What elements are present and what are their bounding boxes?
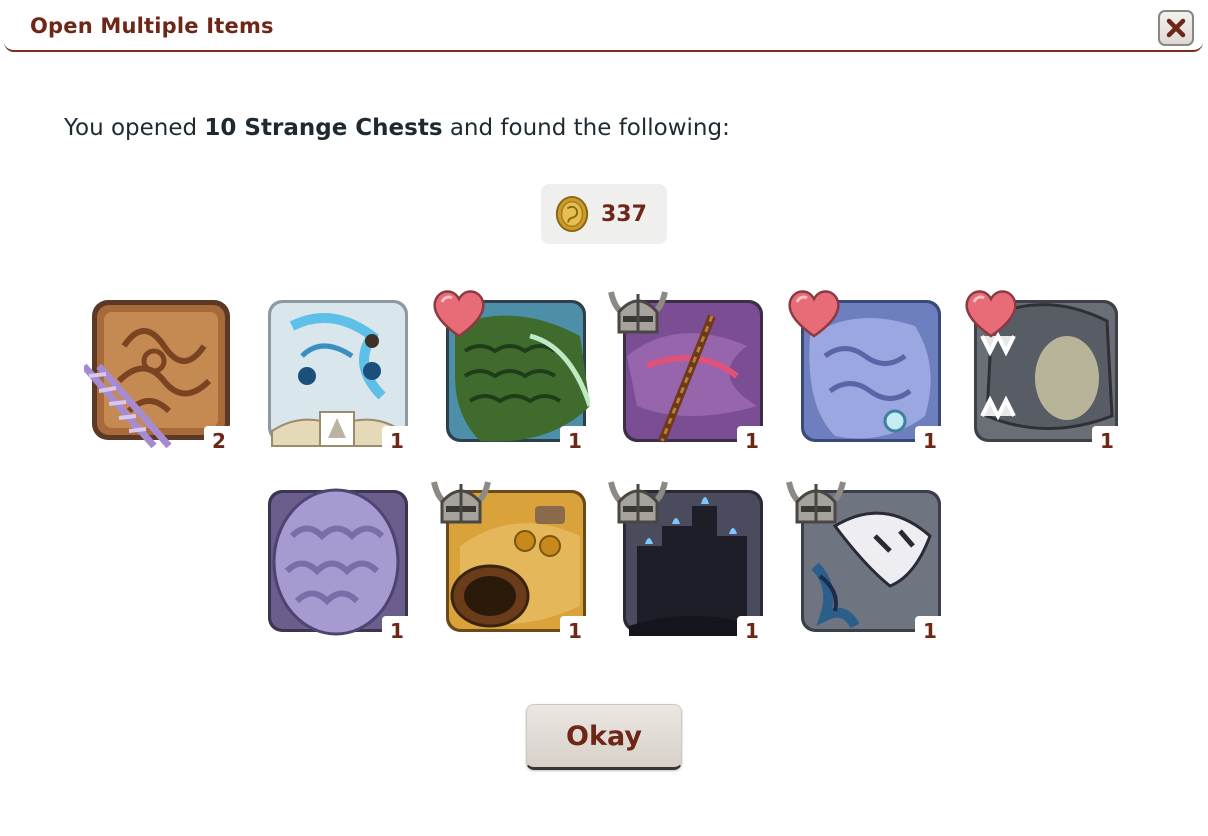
heart-badge-icon <box>965 290 1017 338</box>
currency-amount: 337 <box>601 201 647 227</box>
message-suffix: and found the following: <box>442 115 730 141</box>
item-quantity: 1 <box>737 426 767 456</box>
reward-item[interactable]: 1 <box>431 481 590 646</box>
message-prefix: You opened <box>64 115 205 141</box>
item-quantity: 1 <box>382 426 412 456</box>
helmet-badge-icon <box>608 291 668 334</box>
item-quantity: 1 <box>915 426 945 456</box>
reward-item[interactable]: 1 <box>433 290 590 456</box>
reward-item[interactable]: 1 <box>786 481 945 646</box>
helmet-badge-icon <box>786 481 846 524</box>
item-quantity: 1 <box>560 426 590 456</box>
reward-item[interactable]: 1 <box>608 291 767 456</box>
item-quantity: 1 <box>560 616 590 646</box>
reward-item[interactable]: 1 <box>262 486 412 646</box>
heart-badge-icon <box>788 290 840 338</box>
reward-item[interactable]: 1 <box>965 290 1122 456</box>
close-x-icon <box>1166 18 1186 38</box>
currency-reward: 337 <box>541 184 667 244</box>
reward-item[interactable]: 2 <box>84 296 234 456</box>
result-message: You opened 10 Strange Chests and found t… <box>64 115 730 141</box>
reward-item[interactable]: 1 <box>788 290 945 456</box>
dialog-title: Open Multiple Items <box>30 14 274 38</box>
item-quantity: 1 <box>382 616 412 646</box>
item-quantity: 1 <box>915 616 945 646</box>
item-quantity: 2 <box>204 426 234 456</box>
reward-item[interactable]: 1 <box>262 296 412 456</box>
heart-badge-icon <box>433 290 485 338</box>
treasure-coin-icon <box>555 195 589 233</box>
dialog-titlebar: Open Multiple Items <box>4 0 1203 52</box>
item-quantity: 1 <box>1092 426 1122 456</box>
item-quantity: 1 <box>737 616 767 646</box>
message-highlight: 10 Strange Chests <box>204 115 443 141</box>
helmet-badge-icon <box>608 481 668 524</box>
reward-item[interactable]: 1 <box>608 481 767 646</box>
helmet-badge-icon <box>431 481 491 524</box>
okay-button[interactable]: Okay <box>526 704 682 770</box>
close-button[interactable] <box>1158 10 1194 46</box>
